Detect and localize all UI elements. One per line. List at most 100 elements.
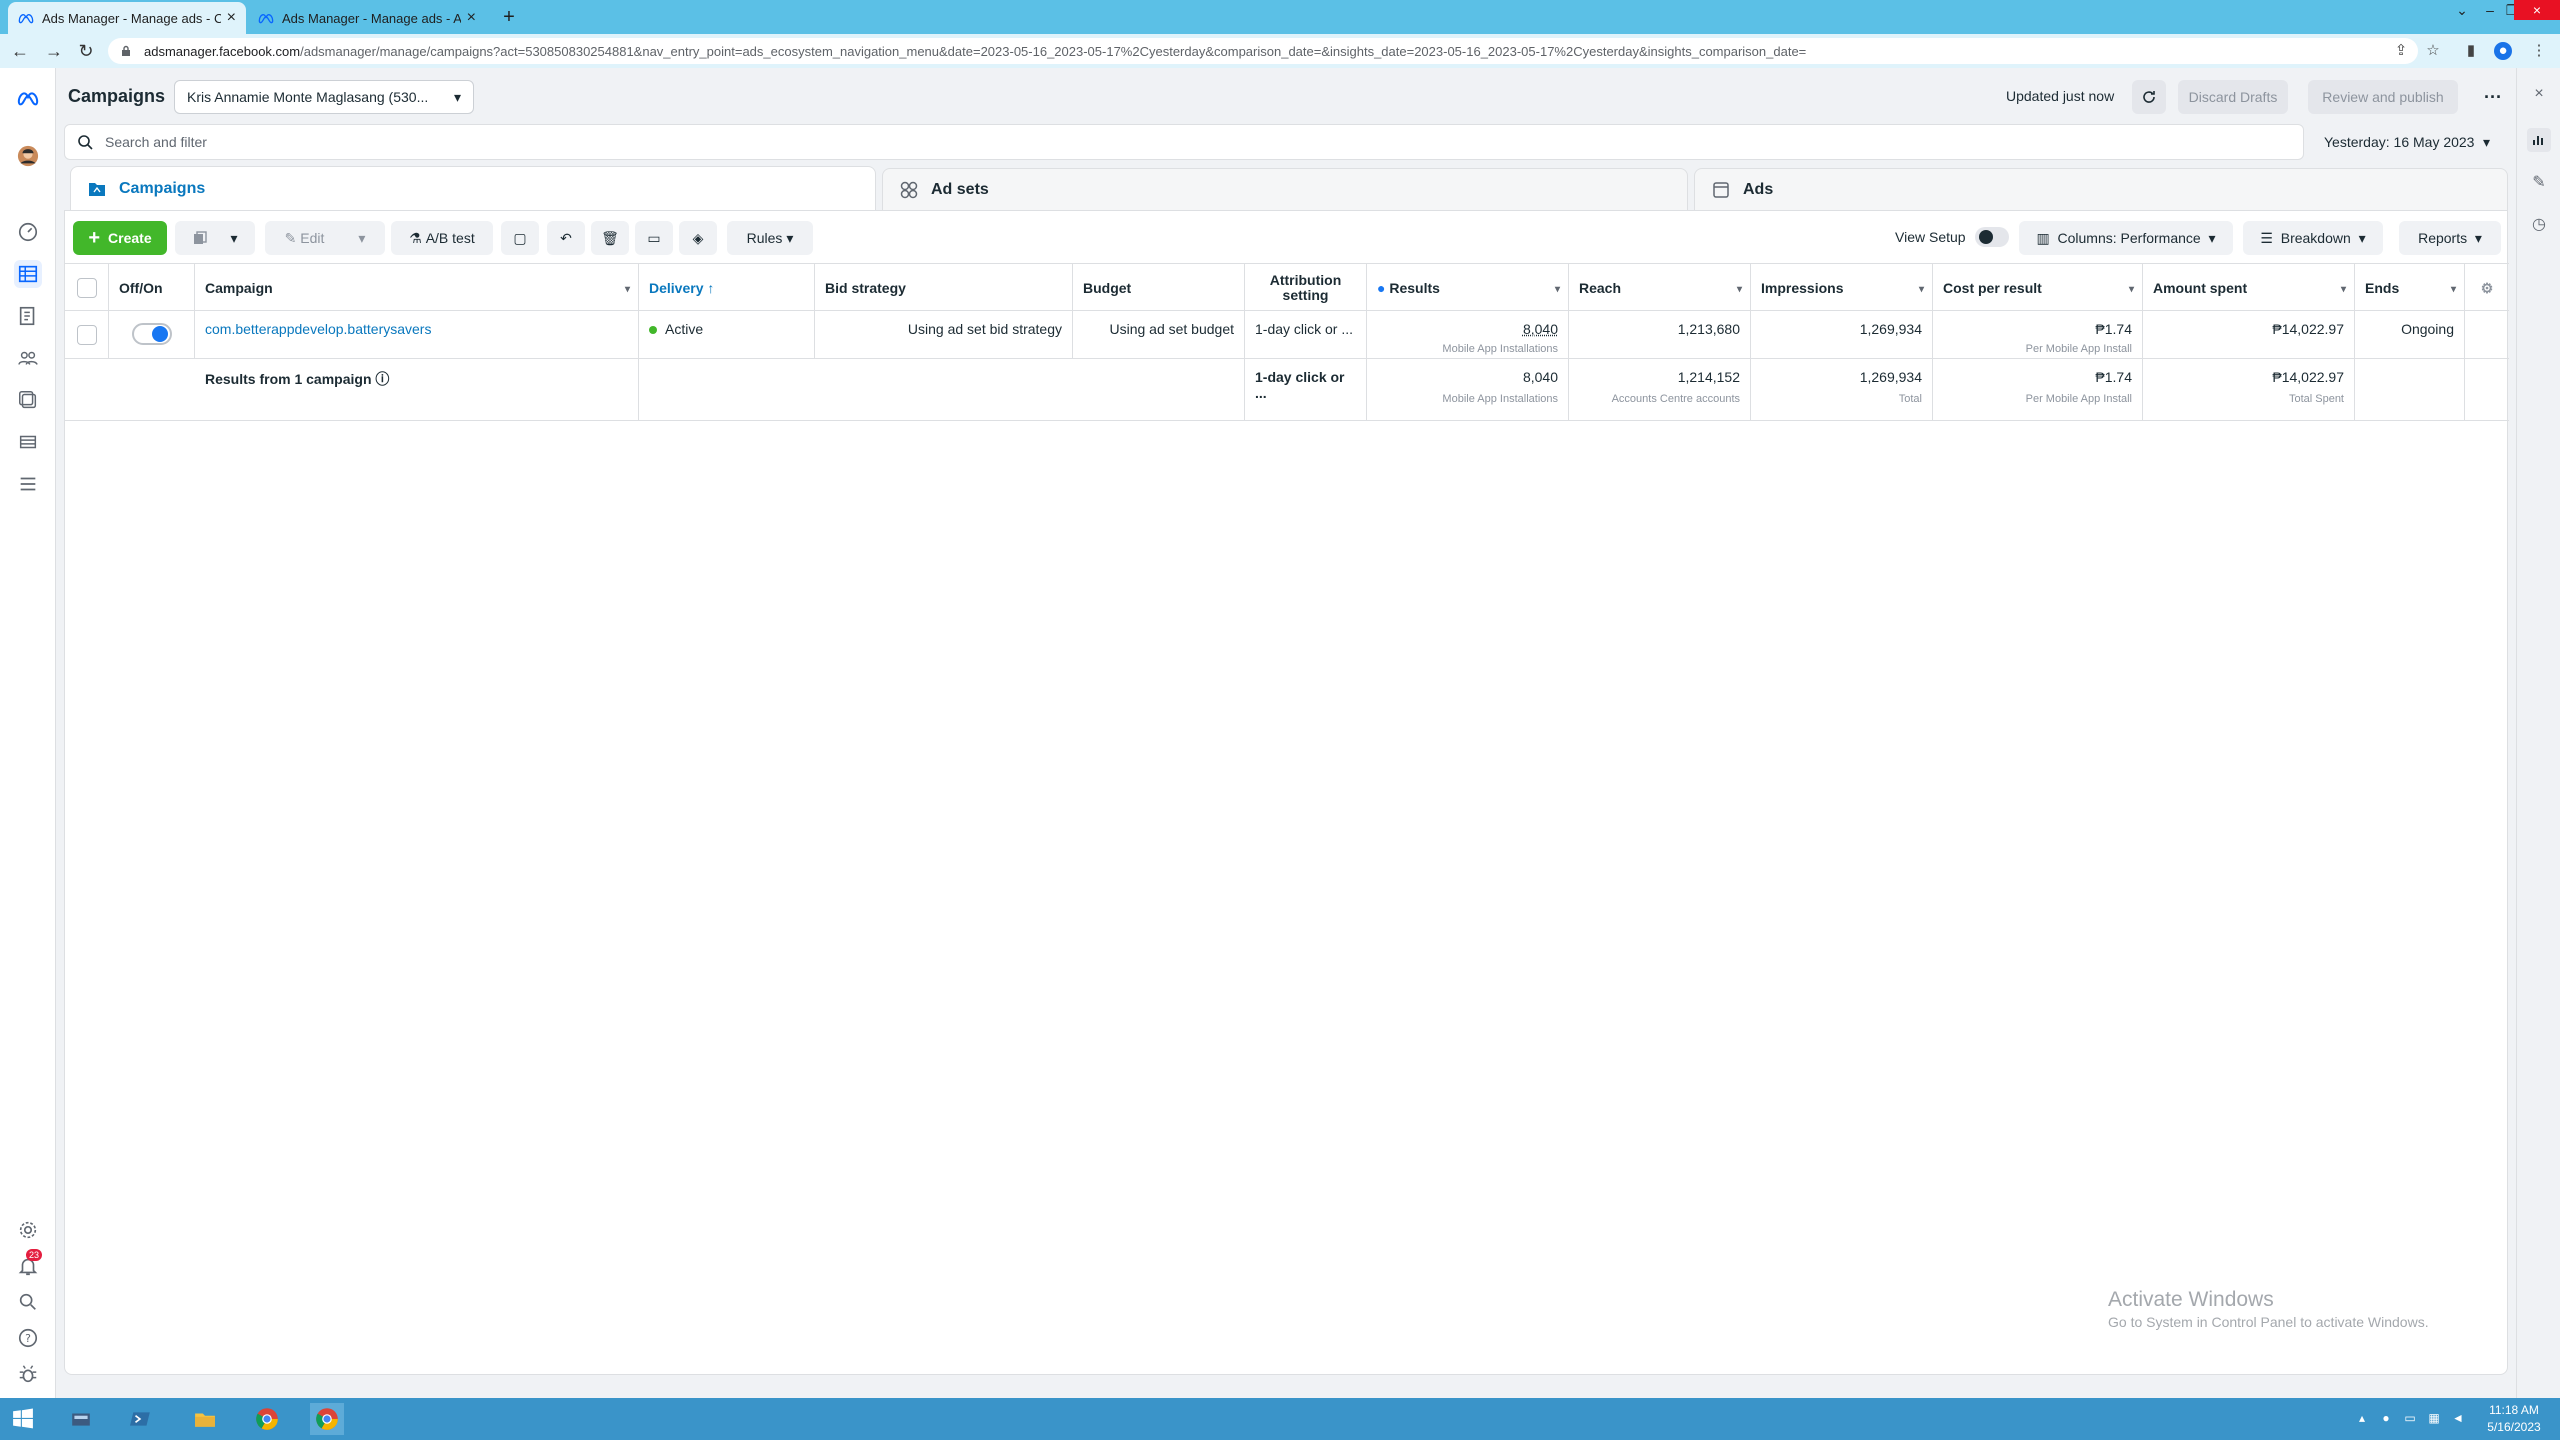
- header-amount-spent[interactable]: Amount spent ▾: [2143, 264, 2355, 312]
- header-results[interactable]: ● Results ▾: [1367, 264, 1569, 312]
- browser-tab-1[interactable]: Ads Manager - Manage ads - Ca ×: [8, 2, 246, 34]
- user-avatar[interactable]: [14, 142, 42, 170]
- campaigns-table-icon[interactable]: [14, 260, 42, 288]
- close-tab-icon[interactable]: ×: [467, 9, 476, 27]
- close-window-icon[interactable]: ×: [2514, 0, 2560, 20]
- tab-campaigns[interactable]: Campaigns: [70, 166, 876, 210]
- chrome-active-icon[interactable]: [310, 1403, 344, 1435]
- row-checkbox[interactable]: [76, 325, 97, 345]
- header-ends[interactable]: Ends ▾: [2355, 264, 2465, 312]
- campaign-name-link[interactable]: com.betterappdevelop.batterysavers: [195, 311, 639, 358]
- rules-button[interactable]: Rules ▾: [727, 221, 813, 255]
- tray-chevron-up-icon[interactable]: ▴: [2354, 1410, 2370, 1426]
- notifications-bell-icon[interactable]: 23: [14, 1249, 43, 1280]
- undo-button[interactable]: ↶: [547, 221, 585, 255]
- results-value[interactable]: 8,040: [1377, 321, 1558, 337]
- ab-test-label: A/B test: [425, 230, 475, 246]
- meta-logo-icon[interactable]: [14, 84, 42, 112]
- column-settings-icon[interactable]: ⚙: [2465, 264, 2509, 312]
- review-publish-button[interactable]: Review and publish: [2308, 80, 2458, 114]
- media-library-icon[interactable]: [14, 386, 42, 414]
- results-sub-label: Mobile App Installations: [1442, 343, 1558, 355]
- search-icon[interactable]: [14, 1288, 42, 1316]
- duplicate-button[interactable]: ▾: [175, 221, 255, 255]
- server-manager-icon[interactable]: [64, 1403, 98, 1435]
- campaign-on-off-toggle[interactable]: [131, 323, 172, 345]
- header-reach[interactable]: Reach ▾: [1569, 264, 1751, 312]
- summary-attribution: 1-day click or ...: [1245, 359, 1367, 420]
- windows-start-icon[interactable]: [6, 1403, 40, 1435]
- back-icon[interactable]: ←: [10, 41, 30, 61]
- tray-monitor-icon[interactable]: ▭: [2402, 1410, 2418, 1426]
- file-explorer-icon[interactable]: [188, 1403, 222, 1435]
- powershell-icon[interactable]: [124, 1403, 158, 1435]
- summary-reach-cell: 1,214,152 Accounts Centre accounts: [1569, 359, 1751, 420]
- tab-ads-label: Ads: [1743, 180, 1774, 198]
- columns-button[interactable]: ▥ Columns: Performance ▾: [2019, 221, 2233, 255]
- history-clock-icon[interactable]: ◷: [2527, 212, 2551, 236]
- ab-test-button[interactable]: ⚗ A/B test: [391, 221, 493, 255]
- table-row[interactable]: com.betterappdevelop.batterysavers Activ…: [65, 311, 2509, 359]
- header-campaign[interactable]: Campaign ▾: [195, 264, 639, 312]
- summary-label-text: Results from 1 campaign: [205, 371, 372, 387]
- refresh-button[interactable]: [2132, 80, 2166, 114]
- delete-button[interactable]: 🗑: [591, 221, 629, 255]
- charts-icon[interactable]: [2527, 128, 2551, 152]
- tab-ads[interactable]: Ads: [1694, 168, 2508, 210]
- clipboard-button[interactable]: ▢: [501, 221, 539, 255]
- view-setup-toggle[interactable]: [1975, 227, 2009, 247]
- all-tools-menu-icon[interactable]: [14, 470, 42, 498]
- side-panel-icon[interactable]: ▮: [2462, 42, 2480, 60]
- help-icon[interactable]: ?: [14, 1324, 42, 1352]
- tray-volume-icon[interactable]: ◄: [2450, 1410, 2466, 1426]
- select-all-checkbox[interactable]: [76, 278, 97, 298]
- info-icon[interactable]: ⓘ: [375, 371, 389, 387]
- overview-gauge-icon[interactable]: [14, 218, 42, 246]
- address-bar[interactable]: adsmanager.facebook.com/adsmanager/manag…: [108, 38, 2418, 64]
- chevron-down-icon: ▾: [2340, 284, 2346, 295]
- header-delivery[interactable]: Delivery ↑: [639, 264, 815, 312]
- more-options-button[interactable]: ···: [2476, 80, 2510, 114]
- header-attribution-setting[interactable]: Attribution setting: [1245, 264, 1367, 312]
- taskbar-clock[interactable]: 11:18 AM 5/16/2023: [2474, 1402, 2554, 1436]
- forward-icon[interactable]: →: [44, 41, 64, 61]
- ad-account-icon[interactable]: [14, 302, 42, 330]
- breakdown-button[interactable]: ☰ Breakdown ▾: [2243, 221, 2383, 255]
- edit-button[interactable]: ✎ Edit ▾: [265, 221, 385, 255]
- billing-icon[interactable]: [14, 428, 42, 456]
- date-range-picker[interactable]: Yesterday: 16 May 2023 ▾: [2310, 124, 2504, 160]
- browser-tab-2[interactable]: Ads Manager - Manage ads - Ac ×: [248, 2, 486, 34]
- search-filter-bar[interactable]: [64, 124, 2304, 160]
- chrome-icon[interactable]: [250, 1403, 284, 1435]
- new-tab-button[interactable]: +: [498, 6, 520, 28]
- search-input[interactable]: [105, 134, 2105, 150]
- create-button[interactable]: + Create: [73, 221, 167, 255]
- header-bid-strategy[interactable]: Bid strategy: [815, 264, 1073, 312]
- tab-search-icon[interactable]: ⌄: [2448, 0, 2476, 20]
- kebab-menu-icon[interactable]: ⋮: [2530, 42, 2548, 60]
- report-bug-icon[interactable]: [14, 1360, 42, 1388]
- tab-ad-sets[interactable]: Ad sets: [882, 168, 1688, 210]
- share-icon[interactable]: ⇪: [2392, 42, 2410, 60]
- close-tab-icon[interactable]: ×: [227, 9, 236, 27]
- discard-drafts-button[interactable]: Discard Drafts: [2178, 80, 2288, 114]
- profile-avatar-icon[interactable]: ●: [2494, 42, 2512, 60]
- header-off-on[interactable]: Off/On: [109, 264, 195, 312]
- header-ends-label: Ends: [2365, 280, 2400, 296]
- bookmark-star-icon[interactable]: ☆: [2424, 42, 2442, 60]
- close-panel-icon[interactable]: ×: [2527, 82, 2551, 106]
- reports-button[interactable]: Reports ▾: [2399, 221, 2501, 255]
- tray-app-icon[interactable]: ●: [2378, 1410, 2394, 1426]
- header-cost-per-result[interactable]: Cost per result ▾: [1933, 264, 2143, 312]
- reload-icon[interactable]: ↻: [76, 41, 96, 61]
- tray-network-icon[interactable]: ▦: [2426, 1410, 2442, 1426]
- tag-button[interactable]: ◈: [679, 221, 717, 255]
- updated-status: Updated just now: [2006, 88, 2115, 104]
- edit-pencil-icon[interactable]: ✎: [2527, 170, 2551, 194]
- settings-gear-icon[interactable]: [14, 1216, 42, 1244]
- preview-button[interactable]: ▭: [635, 221, 673, 255]
- header-impressions[interactable]: Impressions ▾: [1751, 264, 1933, 312]
- ad-account-selector[interactable]: Kris Annamie Monte Maglasang (530... ▾: [174, 80, 474, 114]
- header-budget[interactable]: Budget: [1073, 264, 1245, 312]
- audiences-icon[interactable]: [14, 344, 42, 372]
